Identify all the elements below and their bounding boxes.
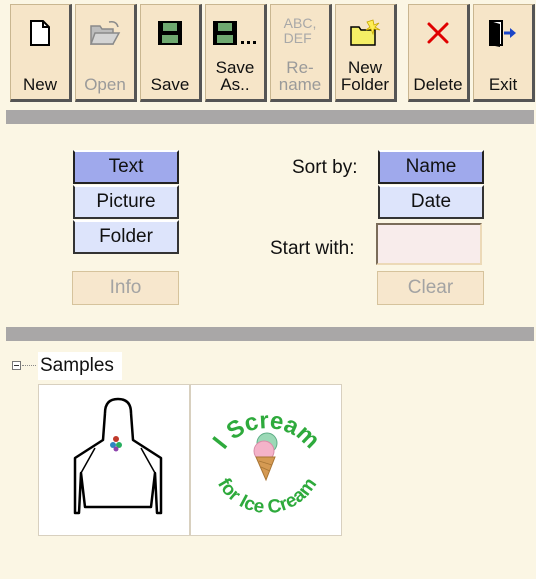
open-button-label: Open: [84, 75, 126, 94]
filter-text-button[interactable]: Text: [73, 150, 179, 184]
delete-button[interactable]: Delete: [408, 4, 470, 102]
rename-icon: ABC, DEF: [271, 11, 329, 51]
sort-name-button[interactable]: Name: [378, 150, 484, 184]
save-as-button-label: Save As..: [215, 58, 255, 94]
new-folder-icon: [336, 13, 394, 53]
new-folder-button-label: New Folder: [340, 58, 390, 94]
separator-bottom: [6, 327, 534, 341]
new-button[interactable]: New: [10, 4, 72, 102]
new-document-icon: [11, 13, 69, 53]
tree-folder-samples[interactable]: Samples: [38, 352, 122, 380]
start-with-label: Start with:: [270, 238, 355, 259]
toolbar: New Open Save Save As.. ABC, DEF Re- nam…: [0, 0, 536, 108]
app-window: New Open Save Save As.. ABC, DEF Re- nam…: [0, 0, 536, 579]
collapse-icon[interactable]: [12, 361, 21, 370]
open-folder-icon: [76, 13, 134, 53]
start-with-input[interactable]: [376, 223, 482, 265]
rename-icon-text: ABC, DEF: [283, 15, 317, 46]
open-button[interactable]: Open: [75, 4, 137, 102]
filter-folder-button[interactable]: Folder: [73, 220, 179, 254]
ice-cream-design-icon: I Scream for Ice Cream: [208, 407, 325, 518]
delete-button-label: Delete: [413, 75, 463, 94]
sort-date-button[interactable]: Date: [378, 185, 484, 219]
delete-x-icon: [409, 13, 467, 53]
save-as-icon: [206, 13, 264, 53]
clear-button[interactable]: Clear: [377, 271, 484, 305]
tree-connector: [22, 365, 36, 366]
new-folder-button[interactable]: New Folder: [335, 4, 397, 102]
exit-button[interactable]: Exit: [473, 4, 535, 102]
filter-picture-button[interactable]: Picture: [73, 185, 179, 219]
ice-cream-bottom-text: for Ice Cream: [213, 474, 321, 518]
rename-button[interactable]: ABC, DEF Re- name: [270, 4, 332, 102]
rename-button-label: Re- name: [278, 58, 322, 94]
thumbnail-i-scream[interactable]: I Scream for Ice Cream: [190, 384, 342, 536]
thumbnail-apron[interactable]: [38, 384, 190, 536]
new-button-label: New: [22, 75, 57, 94]
save-button[interactable]: Save: [140, 4, 202, 102]
exit-button-label: Exit: [488, 75, 518, 94]
sort-by-label: Sort by:: [292, 157, 358, 178]
save-as-button[interactable]: Save As..: [205, 4, 267, 102]
separator-top: [6, 110, 534, 124]
save-button-label: Save: [150, 75, 190, 94]
info-button[interactable]: Info: [72, 271, 179, 305]
floppy-disk-icon: [141, 13, 199, 53]
exit-door-icon: [474, 13, 532, 53]
apron-design-icon: [73, 397, 163, 515]
svg-text:for Ice Cream: for Ice Cream: [213, 474, 321, 518]
